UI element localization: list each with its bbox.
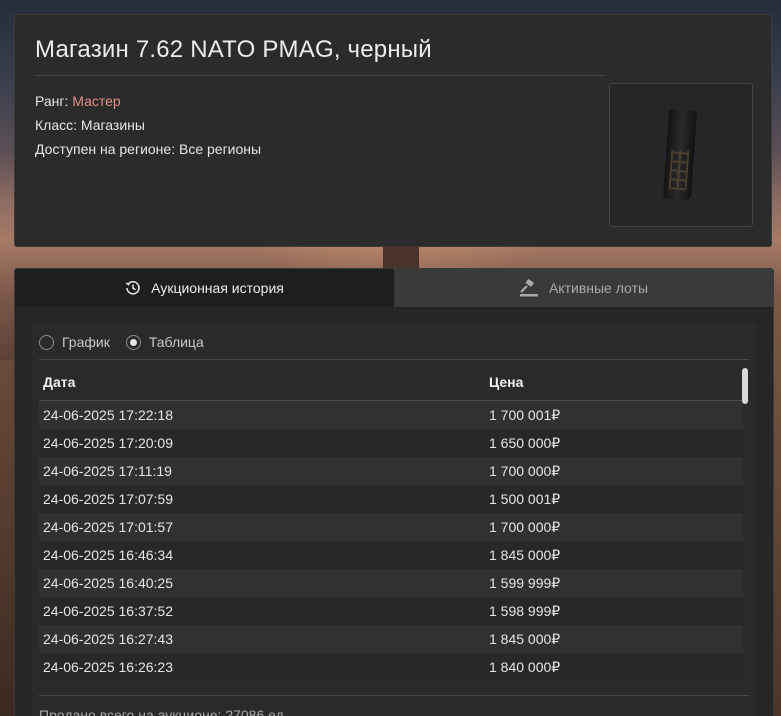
table-header: Дата Цена [39,368,743,400]
rank-row: Ранг: Мастер [35,89,261,113]
table-row: 24-06-2025 16:26:23 1 840 000₽ [39,653,743,681]
table-radio[interactable] [125,334,141,350]
price-cell: 1 700 000₽ [489,463,561,479]
chart-option[interactable]: График [39,334,110,350]
date-cell: 24-06-2025 16:27:43 [43,631,173,647]
table-row: 24-06-2025 17:20:09 1 650 000₽ [39,429,743,457]
history-icon [125,280,141,296]
class-label: Класс: [35,117,77,133]
table-row: 24-06-2025 16:37:52 1 598 999₽ [39,597,743,625]
footer-divider [39,695,749,696]
table-option[interactable]: Таблица [125,334,204,350]
item-thumbnail [609,83,753,227]
table-row: 24-06-2025 16:46:34 1 845 000₽ [39,541,743,569]
date-cell: 24-06-2025 16:37:52 [43,603,173,619]
table-row: 24-06-2025 17:07:59 1 500 001₽ [39,485,743,513]
date-cell: 24-06-2025 17:07:59 [43,491,173,507]
class-value: Магазины [80,117,145,133]
table-row: 24-06-2025 16:27:43 1 845 000₽ [39,625,743,653]
auction-card: Аукционная история Активные лоты График … [14,268,774,716]
column-price: Цена [489,374,524,390]
date-cell: 24-06-2025 16:40:25 [43,575,173,591]
table-row: 24-06-2025 16:40:25 1 599 999₽ [39,569,743,597]
price-cell: 1 599 999₽ [489,575,561,591]
tab-active-lots[interactable]: Активные лоты [394,269,773,307]
tab-auction-history[interactable]: Аукционная история [15,269,394,307]
price-cell: 1 500 001₽ [489,491,561,507]
chart-radio[interactable] [39,334,54,350]
switch-divider [39,359,749,360]
date-cell: 24-06-2025 17:01:57 [43,519,173,535]
tab-active-lots-label: Активные лоты [548,280,649,296]
magazine-icon [662,109,698,201]
auction-tabs: Аукционная история Активные лоты [15,269,773,307]
table-scrollbar[interactable] [742,368,748,404]
gavel-icon [519,279,539,297]
tab-auction-history-label: Аукционная история [151,280,284,296]
date-cell: 24-06-2025 17:20:09 [43,435,173,451]
region-row: Доступен на регионе: Все регионы [35,137,261,161]
view-switch: График Таблица [39,331,220,353]
date-cell: 24-06-2025 17:11:19 [43,463,172,479]
sold-total-text: Продано всего на аукционе: 27086 ед. [39,707,288,716]
price-cell: 1 840 000₽ [489,659,561,675]
table-body: 24-06-2025 17:22:18 1 700 001₽ 24-06-2025… [39,401,743,681]
item-properties: Ранг: Мастер Класс: Магазины Доступен на… [35,89,261,161]
item-title: Магазин 7.62 NATO PMAG, черный [35,36,432,63]
rank-label: Ранг: [35,93,69,109]
column-date: Дата [43,374,76,390]
history-panel: График Таблица Дата Цена 24-06-2025 17:2… [31,323,757,716]
chart-option-label: График [62,334,110,350]
date-cell: 24-06-2025 17:22:18 [43,407,173,423]
price-cell: 1 700 001₽ [489,407,561,423]
title-divider [35,75,605,76]
rank-value: Мастер [72,93,121,109]
date-cell: 24-06-2025 16:26:23 [43,659,173,675]
price-cell: 1 845 000₽ [489,547,561,563]
table-row: 24-06-2025 17:22:18 1 700 001₽ [39,401,743,429]
background-tower [383,247,419,269]
table-row: 24-06-2025 17:01:57 1 700 000₽ [39,513,743,541]
region-label: Доступен на регионе: [35,141,176,157]
price-cell: 1 845 000₽ [489,631,561,647]
date-cell: 24-06-2025 16:46:34 [43,547,173,563]
price-cell: 1 598 999₽ [489,603,561,619]
price-cell: 1 650 000₽ [489,435,561,451]
item-info-card: Магазин 7.62 NATO PMAG, черный Ранг: Мас… [14,14,772,247]
region-value: Все регионы [178,141,262,157]
table-option-label: Таблица [148,334,204,350]
table-row: 24-06-2025 17:11:19 1 700 000₽ [39,457,743,485]
class-row: Класс: Магазины [35,113,261,137]
price-cell: 1 700 000₽ [489,519,561,535]
